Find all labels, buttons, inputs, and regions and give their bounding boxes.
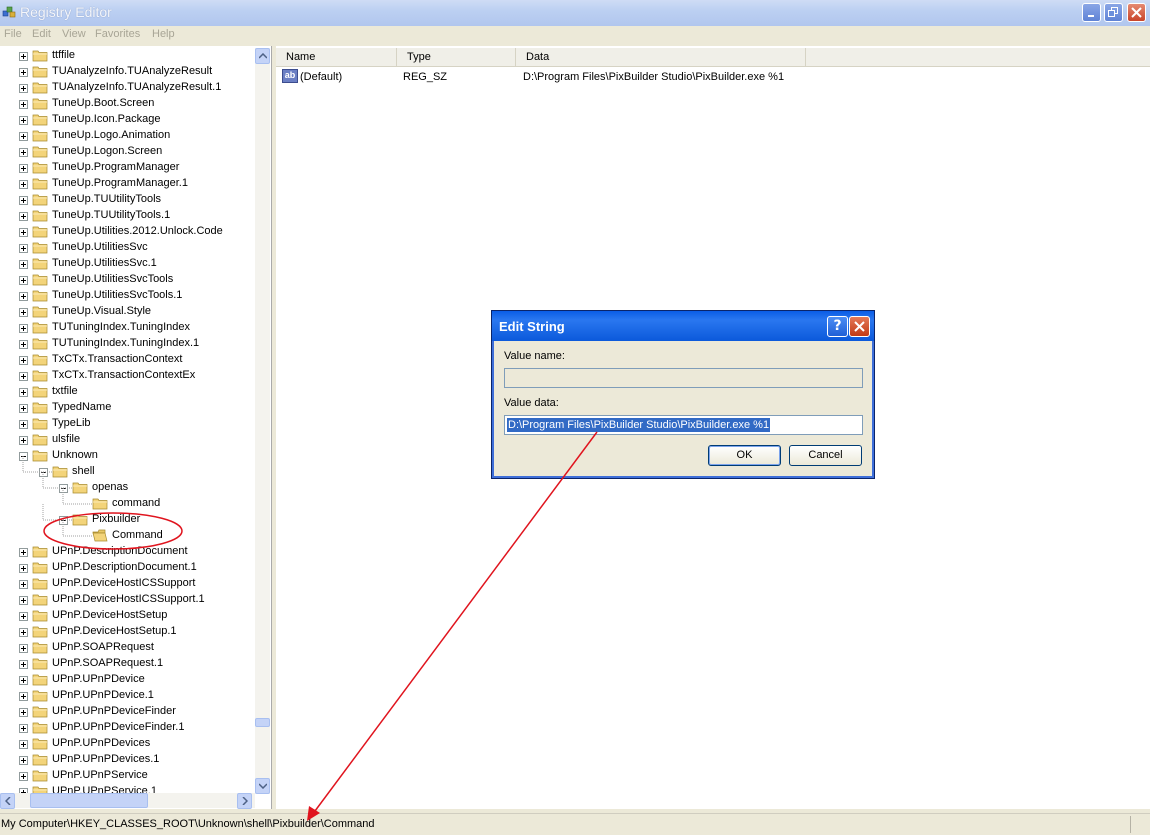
registry-editor-icon — [2, 6, 16, 18]
value-data-cell: D:\Program Files\PixBuilder Studio\PixBu… — [523, 71, 785, 83]
scroll-down-button[interactable] — [255, 778, 270, 794]
arrow-right-icon — [242, 797, 248, 805]
ok-button[interactable]: OK — [708, 445, 781, 466]
menu-file[interactable]: File — [4, 28, 22, 40]
help-button[interactable]: ? — [827, 316, 848, 337]
close-button[interactable] — [1127, 3, 1146, 22]
status-bar: My Computer\HKEY_CLASSES_ROOT\Unknown\sh… — [0, 813, 1150, 835]
close-icon — [1131, 7, 1142, 18]
restore-icon — [1108, 7, 1118, 17]
edit-string-dialog: Edit String ? Value name: Value data: D:… — [491, 310, 875, 479]
scroll-up-button[interactable] — [255, 48, 270, 64]
title-bar: Registry Editor — [0, 0, 1150, 26]
restore-button[interactable] — [1104, 3, 1123, 22]
dialog-close-button[interactable] — [849, 316, 870, 337]
value-type-cell: REG_SZ — [403, 71, 448, 83]
status-path: My Computer\HKEY_CLASSES_ROOT\Unknown\sh… — [1, 818, 375, 830]
value-data-field[interactable]: D:\Program Files\PixBuilder Studio\PixBu… — [504, 415, 863, 435]
close-icon — [854, 321, 865, 332]
registry-key-tree[interactable]: ttffile TUAnalyzeInfo.TUAnalyzeResult TUAn… — [0, 46, 272, 809]
tree-connector-lines — [22, 456, 92, 537]
cancel-button[interactable]: Cancel — [789, 445, 862, 466]
minimize-icon — [1088, 15, 1094, 17]
value-name-field[interactable] — [504, 368, 863, 388]
arrow-up-icon — [259, 53, 267, 59]
tree-scroll-thumb[interactable] — [255, 718, 270, 727]
column-name[interactable]: Name — [276, 48, 397, 66]
arrow-down-icon — [259, 783, 267, 789]
value-name-cell: (Default) — [300, 71, 343, 83]
tree-hscroll-thumb[interactable] — [30, 793, 148, 808]
window-title: Registry Editor — [20, 4, 112, 20]
scroll-right-button[interactable] — [237, 793, 252, 809]
value-data-label: Value data: — [504, 397, 559, 409]
string-value-icon: ab — [282, 69, 298, 83]
menu-help[interactable]: Help — [152, 28, 175, 40]
menu-edit[interactable]: Edit — [32, 28, 51, 40]
menu-bar: File Edit View Favorites Help — [0, 26, 1150, 44]
status-separator — [1130, 816, 1131, 833]
minimize-button[interactable] — [1082, 3, 1101, 22]
menu-favorites[interactable]: Favorites — [95, 28, 140, 40]
column-type[interactable]: Type — [397, 48, 516, 66]
column-data[interactable]: Data — [516, 48, 806, 66]
dialog-title: Edit String — [499, 319, 565, 334]
list-row-default[interactable]: ab (Default) REG_SZ D:\Program Files\Pix… — [276, 68, 1150, 86]
menu-view[interactable]: View — [62, 28, 86, 40]
value-data-selection: D:\Program Files\PixBuilder Studio\PixBu… — [507, 418, 771, 432]
arrow-left-icon — [5, 797, 11, 805]
tree-horizontal-scrollbar[interactable] — [0, 793, 255, 809]
dialog-title-bar: Edit String ? — [492, 311, 874, 341]
list-header: Name Type Data — [276, 48, 1150, 67]
scroll-left-button[interactable] — [0, 793, 15, 809]
value-name-label: Value name: — [504, 350, 565, 362]
tree-vertical-scrollbar[interactable] — [255, 48, 270, 794]
